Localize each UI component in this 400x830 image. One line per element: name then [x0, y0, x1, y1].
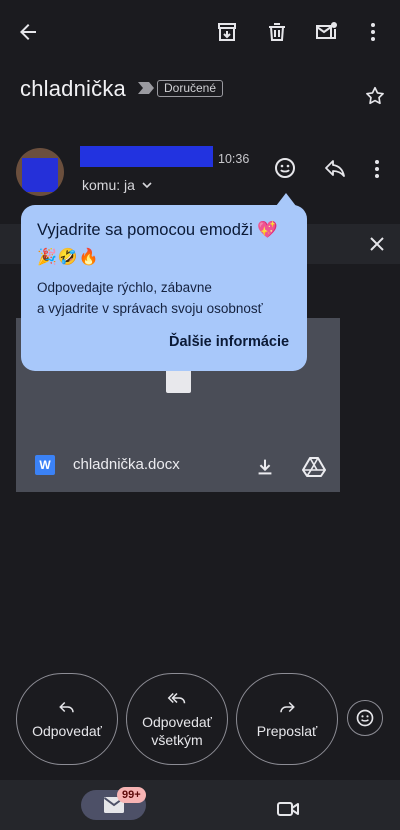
reply-all-label-line2: všetkým [151, 732, 203, 748]
learn-more-link[interactable]: Ďalšie informácie [169, 334, 289, 350]
unread-count-badge: 99+ [117, 787, 146, 803]
tooltip-title: Vyjadrite sa pomocou emodži 💖 [37, 221, 278, 239]
email-subject: chladnička [20, 76, 126, 101]
forward-button[interactable]: Preposlať [236, 673, 338, 765]
reply-all-label-line1: Odpovedať [142, 714, 212, 730]
more-vert-icon[interactable] [357, 16, 389, 48]
add-reaction-button[interactable] [347, 700, 383, 736]
forward-button-label: Preposlať [256, 723, 318, 739]
reply-icon [59, 701, 74, 713]
sender-name-redacted [80, 146, 213, 167]
forward-icon [280, 701, 295, 713]
reply-button[interactable]: Odpovedať [16, 673, 118, 765]
sender-avatar[interactable] [16, 148, 64, 196]
message-time: 10:36 [218, 152, 250, 166]
reply-all-button[interactable]: Odpovedať všetkým [126, 673, 228, 765]
reply-all-icon [167, 692, 186, 704]
tooltip-body-line1: Odpovedajte rýchlo, zábavne [37, 280, 212, 295]
nav-meet-video-icon[interactable] [272, 793, 304, 825]
emoji-reaction-icon[interactable] [269, 152, 301, 184]
message-more-vert-icon[interactable] [361, 153, 393, 185]
recipient-label: komu: ja [82, 177, 135, 193]
important-marker-icon[interactable] [137, 81, 155, 95]
mark-unread-icon[interactable] [310, 16, 342, 48]
reply-button-label: Odpovedať [32, 723, 102, 739]
chevron-down-icon [142, 182, 152, 189]
tooltip-body-line2: a vyjadrite v správach svoju osobnosť [37, 301, 263, 316]
bottom-navigation [0, 780, 400, 830]
emoji-feature-tooltip: Vyjadrite sa pomocou emodži 💖 🎉🤣🔥 Odpove… [21, 205, 307, 371]
attachment-filename[interactable]: chladnička.docx [73, 456, 180, 473]
tooltip-emojis: 🎉🤣🔥 [37, 249, 100, 266]
reply-icon[interactable] [319, 153, 351, 185]
delete-icon[interactable] [261, 16, 293, 48]
download-icon[interactable] [249, 451, 281, 483]
close-icon[interactable] [361, 228, 393, 260]
save-to-drive-icon[interactable] [298, 451, 330, 483]
star-icon[interactable] [359, 80, 391, 112]
back-arrow-icon[interactable] [12, 16, 44, 48]
word-doc-icon: W [35, 455, 55, 475]
recipient-details-toggle[interactable]: komu: ja [82, 177, 153, 193]
emoji-icon [356, 709, 374, 727]
avatar-redaction [22, 158, 58, 192]
archive-icon[interactable] [211, 16, 243, 48]
label-inbox-badge[interactable]: Doručené [157, 80, 224, 97]
